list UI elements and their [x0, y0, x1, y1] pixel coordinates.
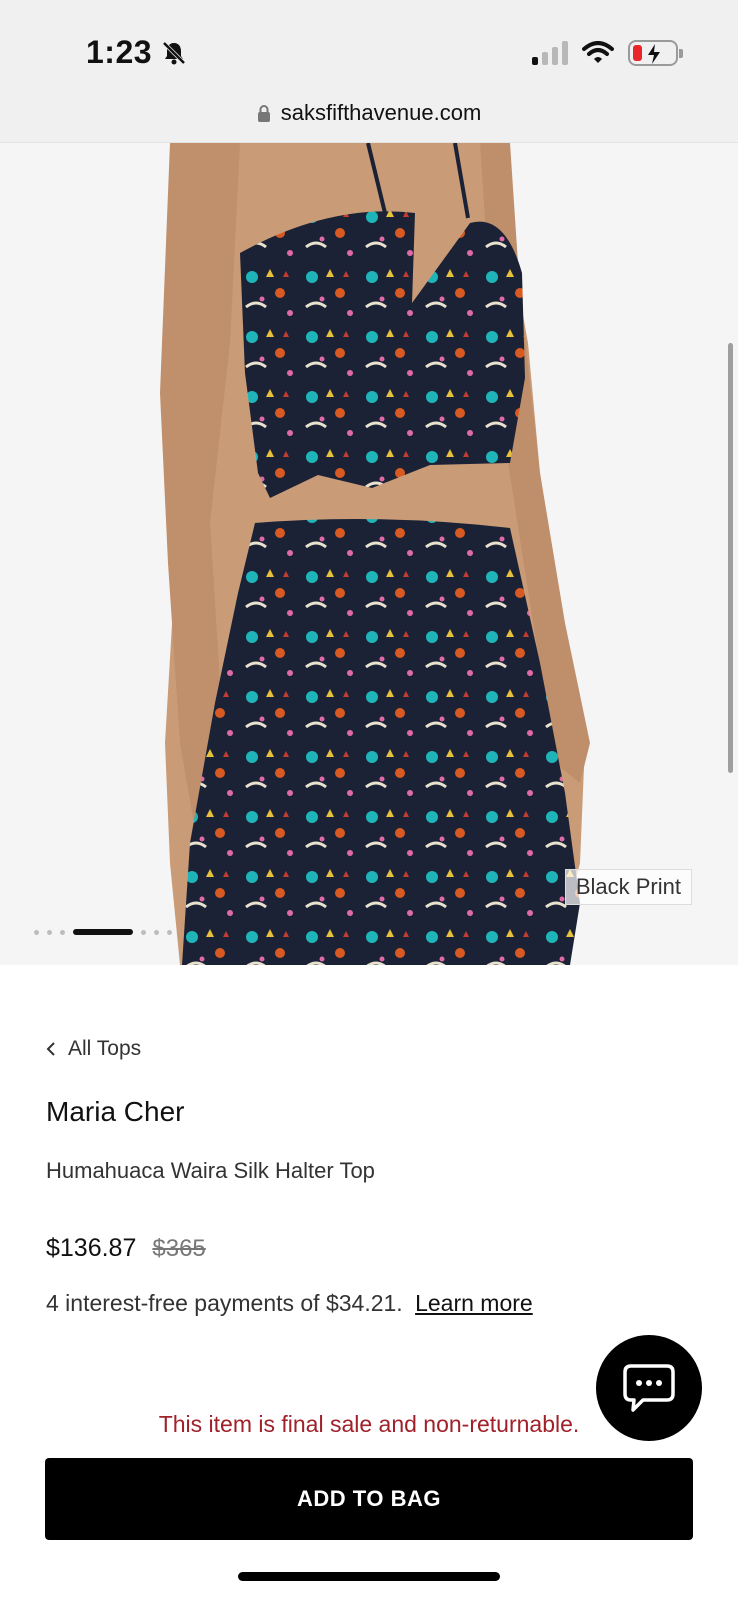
final-sale-notice: This item is final sale and non-returnab… — [158, 1411, 580, 1437]
back-to-category-link[interactable]: All Tops — [46, 1037, 141, 1061]
product-brand[interactable]: Maria Cher — [46, 1096, 184, 1128]
browser-chrome: 1:23 saksfifthavenue.com — [0, 0, 738, 143]
page-scrollbar[interactable] — [728, 343, 733, 773]
wifi-icon — [582, 41, 614, 63]
clock-text: 1:23 — [86, 34, 153, 70]
url-text: saksfifthavenue.com — [280, 100, 482, 125]
back-link-label: All Tops — [68, 1037, 142, 1060]
chevron-left-icon — [46, 1042, 55, 1056]
color-label: Black Print — [564, 869, 692, 905]
lock-icon — [257, 105, 270, 122]
status-time: 1:23 — [86, 34, 188, 71]
product-name: Humahuaca Waira Silk Halter Top — [46, 1158, 375, 1183]
add-to-bag-button[interactable]: ADD TO BAG — [45, 1458, 693, 1540]
address-bar[interactable]: saksfifthavenue.com — [0, 100, 738, 126]
installments-info: 4 interest-free payments of $34.21. Lear… — [46, 1290, 533, 1317]
chat-bubble-icon — [623, 1364, 675, 1412]
sale-price: $136.87 — [46, 1234, 137, 1262]
home-indicator[interactable] — [238, 1572, 500, 1581]
learn-more-link[interactable]: Learn more — [415, 1290, 533, 1316]
original-price: $365 — [152, 1235, 206, 1262]
product-photo — [0, 143, 738, 965]
signal-icon — [532, 41, 568, 65]
status-icons — [532, 40, 683, 66]
installments-text: 4 interest-free payments of $34.21. — [46, 1290, 403, 1316]
price-row: $136.87 $365 — [46, 1234, 206, 1263]
battery-charging-icon — [628, 40, 683, 66]
carousel-indicator[interactable] — [34, 929, 172, 935]
bell-slash-icon — [162, 41, 186, 64]
product-image-gallery[interactable]: Black Print — [0, 143, 738, 965]
